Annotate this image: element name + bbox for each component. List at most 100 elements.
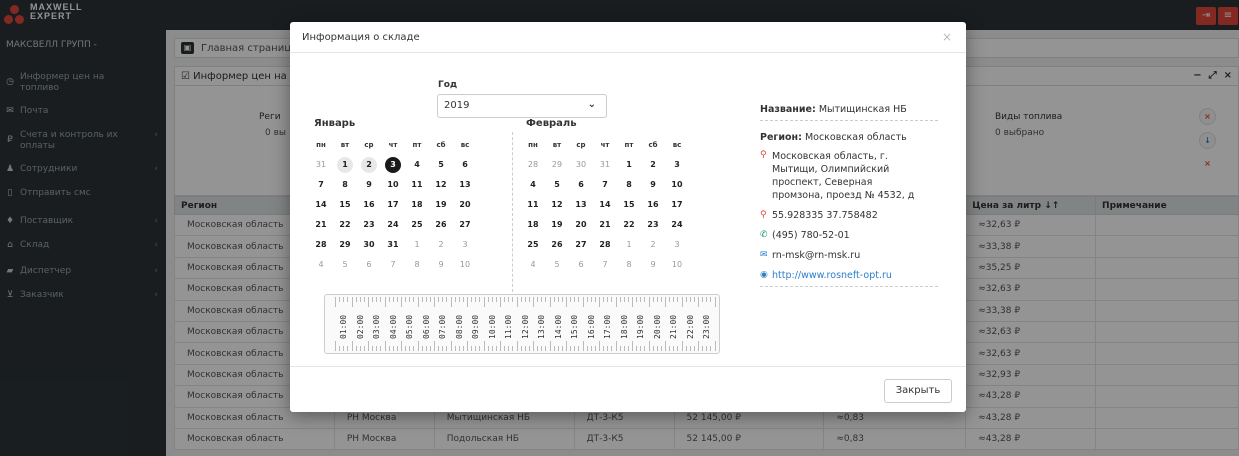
timeline-hour[interactable]: 04:00 [389,315,398,339]
calendar-day[interactable]: 27 [570,236,592,254]
calendar-day[interactable]: 3 [666,236,688,254]
calendar-day[interactable]: 12 [546,196,568,214]
calendar-day[interactable]: 1 [334,156,356,174]
calendar-day[interactable]: 4 [522,176,544,194]
calendar-day[interactable]: 23 [358,216,380,234]
timeline-hour[interactable]: 22:00 [686,315,695,339]
calendar-day[interactable]: 27 [454,216,476,234]
info-phone[interactable]: (495) 780-52-01 [772,230,850,241]
calendar-day[interactable]: 9 [358,176,380,194]
timeline-hour[interactable]: 05:00 [405,315,414,339]
calendar-day[interactable]: 30 [358,236,380,254]
timeline-hour[interactable]: 03:00 [372,315,381,339]
calendar-day[interactable]: 6 [358,256,380,274]
timeline-hour[interactable]: 16:00 [587,315,596,339]
calendar-day[interactable]: 12 [430,176,452,194]
timeline-hour[interactable]: 08:00 [455,315,464,339]
calendar-day[interactable]: 8 [406,256,428,274]
calendar-day[interactable]: 30 [570,156,592,174]
calendar-day[interactable]: 11 [406,176,428,194]
timeline-hour[interactable]: 15:00 [570,315,579,339]
calendar-day[interactable]: 7 [594,256,616,274]
timeline-hour[interactable]: 10:00 [488,315,497,339]
calendar-day[interactable]: 22 [334,216,356,234]
calendar-day[interactable]: 15 [618,196,640,214]
timeline-hour[interactable]: 01:00 [339,315,348,339]
calendar-day[interactable]: 24 [666,216,688,234]
calendar-day[interactable]: 11 [522,196,544,214]
calendar-day[interactable]: 1 [618,156,640,174]
calendar-day[interactable]: 17 [382,196,404,214]
calendar-day[interactable]: 26 [546,236,568,254]
calendar-day[interactable]: 10 [382,176,404,194]
calendar-day[interactable]: 3 [666,156,688,174]
calendar-day[interactable]: 10 [666,256,688,274]
timeline-hour[interactable]: 06:00 [422,315,431,339]
calendar-day[interactable]: 19 [546,216,568,234]
calendar-day[interactable]: 2 [430,236,452,254]
calendar-day[interactable]: 6 [570,256,592,274]
timeline-hour[interactable]: 19:00 [636,315,645,339]
calendar-day[interactable]: 8 [618,256,640,274]
close-button[interactable]: Закрыть [884,379,952,403]
timeline-hour[interactable]: 13:00 [537,315,546,339]
calendar-day[interactable]: 2 [642,236,664,254]
timeline-hour[interactable]: 21:00 [669,315,678,339]
calendar-day[interactable]: 23 [642,216,664,234]
timeline-hour[interactable]: 17:00 [603,315,612,339]
calendar-day[interactable]: 3 [454,236,476,254]
calendar-day[interactable]: 17 [666,196,688,214]
calendar-day[interactable]: 10 [454,256,476,274]
calendar-day[interactable]: 25 [406,216,428,234]
calendar-day[interactable]: 4 [406,156,428,174]
calendar-day[interactable]: 3 [382,156,404,174]
calendar-day[interactable]: 22 [618,216,640,234]
calendar-day[interactable]: 5 [546,256,568,274]
calendar-day[interactable]: 14 [310,196,332,214]
calendar-day[interactable]: 31 [382,236,404,254]
calendar-day[interactable]: 2 [642,156,664,174]
timeline-hour[interactable]: 09:00 [471,315,480,339]
timeline-hour[interactable]: 23:00 [702,315,711,339]
calendar-day[interactable]: 28 [594,236,616,254]
calendar-day[interactable]: 29 [334,236,356,254]
calendar-day[interactable]: 15 [334,196,356,214]
calendar-day[interactable]: 13 [454,176,476,194]
timeline-hour[interactable]: 20:00 [653,315,662,339]
modal-close-icon[interactable]: × [942,30,952,44]
calendar-day[interactable]: 21 [594,216,616,234]
calendar-day[interactable]: 13 [570,196,592,214]
calendar-day[interactable]: 18 [406,196,428,214]
calendar-day[interactable]: 14 [594,196,616,214]
calendar-day[interactable]: 6 [570,176,592,194]
info-website[interactable]: http://www.rosneft-opt.ru [772,270,892,281]
calendar-day[interactable]: 24 [382,216,404,234]
calendar-day[interactable]: 7 [594,176,616,194]
calendar-day[interactable]: 9 [430,256,452,274]
calendar-day[interactable]: 28 [310,236,332,254]
calendar-day[interactable]: 4 [310,256,332,274]
calendar-day[interactable]: 18 [522,216,544,234]
calendar-day[interactable]: 28 [522,156,544,174]
calendar-day[interactable]: 26 [430,216,452,234]
calendar-day[interactable]: 1 [406,236,428,254]
calendar-day[interactable]: 5 [334,256,356,274]
calendar-day[interactable]: 16 [642,196,664,214]
calendar-day[interactable]: 6 [454,156,476,174]
calendar-day[interactable]: 20 [570,216,592,234]
calendar-day[interactable]: 19 [430,196,452,214]
calendar-day[interactable]: 4 [522,256,544,274]
calendar-day[interactable]: 9 [642,256,664,274]
calendar-day[interactable]: 31 [594,156,616,174]
calendar-day[interactable]: 1 [618,236,640,254]
calendar-day[interactable]: 5 [430,156,452,174]
calendar-day[interactable]: 25 [522,236,544,254]
calendar-day[interactable]: 2 [358,156,380,174]
timeline-hour[interactable]: 12:00 [521,315,530,339]
calendar-day[interactable]: 5 [546,176,568,194]
calendar-day[interactable]: 8 [618,176,640,194]
calendar-day[interactable]: 31 [310,156,332,174]
calendar-day[interactable]: 16 [358,196,380,214]
info-email[interactable]: rn-msk@rn-msk.ru [772,250,860,261]
timeline-hour[interactable]: 07:00 [438,315,447,339]
